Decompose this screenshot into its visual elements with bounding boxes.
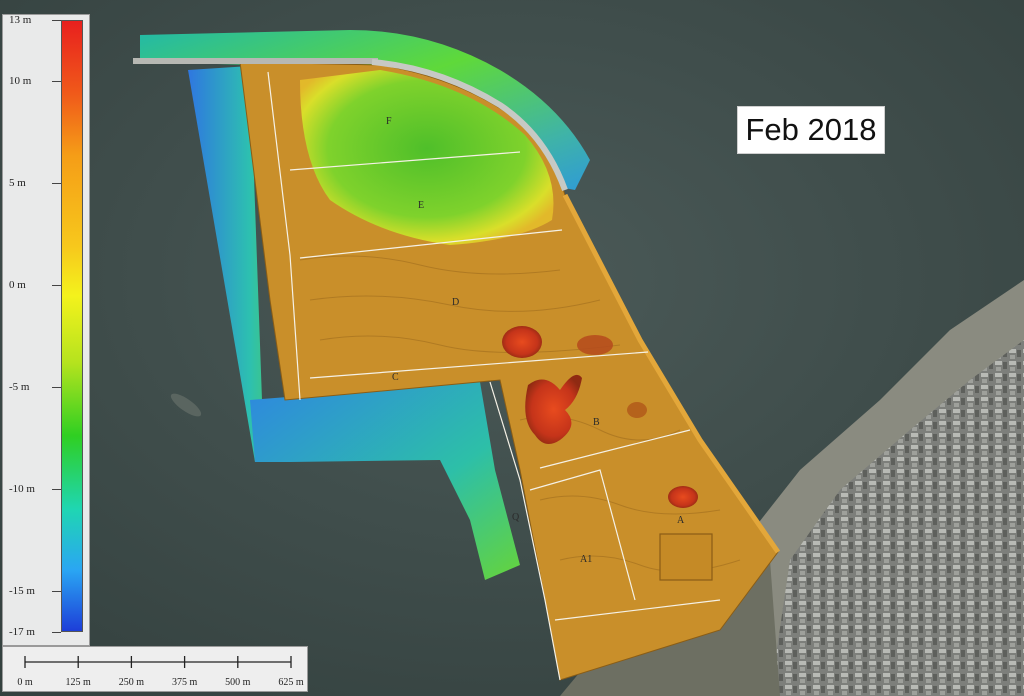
scale-bar-graphic (24, 656, 292, 668)
legend-tick-label: -5 m (9, 381, 30, 394)
legend-tick-mark (52, 632, 61, 633)
bathymetry-map: F E D C B A A1 Q (0, 0, 1024, 696)
legend-tick-label: 5 m (9, 177, 26, 190)
zone-label-d: D (452, 297, 459, 308)
scale-label: 0 m (17, 677, 33, 688)
zone-label-c: C (392, 372, 399, 383)
scale-label: 250 m (118, 677, 145, 688)
legend-tick-mark (52, 183, 61, 185)
scale-label: 375 m (171, 677, 198, 688)
zone-label-a1: A1 (580, 554, 592, 565)
zone-label-e: E (418, 200, 424, 211)
legend-tick-label: 10 m (9, 75, 32, 88)
zone-label-f: F (386, 116, 392, 127)
zone-label-a: A (677, 515, 685, 526)
mound-b-small (627, 402, 647, 418)
legend-tick-label: 13 m (9, 14, 32, 26)
legend-tick-label: -10 m (9, 483, 35, 496)
scale-bar: 0 m 125 m 250 m 375 m 500 m 625 m (2, 646, 308, 692)
scale-label: 125 m (65, 677, 91, 688)
legend-tick-mark (52, 81, 61, 83)
scale-label: 625 m (278, 677, 304, 688)
scale-label: 500 m (225, 677, 251, 688)
legend-tick-mark (52, 489, 61, 491)
date-label: Feb 2018 (737, 106, 885, 154)
mound-a (668, 486, 698, 508)
mound-d-east (577, 335, 613, 355)
mound-d (502, 326, 542, 358)
legend-tick-label: -17 m (9, 626, 35, 638)
legend-tick-label: 0 m (9, 279, 26, 292)
legend-tick-mark (52, 591, 61, 593)
legend-tick-mark (52, 387, 61, 389)
legend-tick-mark (52, 20, 61, 21)
legend-tick-label: -15 m (9, 585, 35, 598)
date-text: Feb 2018 (745, 112, 877, 147)
color-ramp (61, 20, 83, 632)
pier (133, 58, 378, 64)
elevation-legend: 13 m 10 m 5 m 0 m -5 m -10 m -15 m -17 m (2, 14, 90, 646)
zone-label-q: Q (512, 512, 520, 523)
zone-label-b: B (593, 417, 600, 428)
legend-tick-mark (52, 285, 61, 287)
